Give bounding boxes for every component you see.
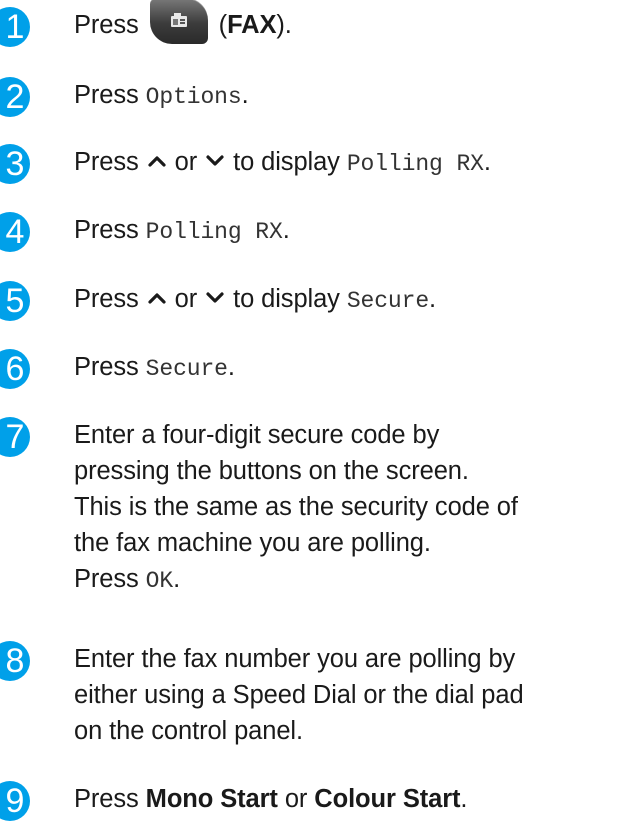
step-text: Press Mono Start or Colour Start.	[74, 785, 468, 813]
step-number: 2	[0, 77, 30, 117]
step-number: 9	[0, 781, 30, 821]
step-number: 5	[0, 281, 30, 321]
lcd-option: Secure	[145, 356, 228, 382]
step-number: 8	[0, 641, 30, 681]
lcd-option: OK	[145, 568, 174, 594]
chevron-up-icon	[148, 293, 166, 304]
lcd-option: Polling RX	[346, 151, 484, 177]
step-text: Enter a four-digit secure code by pressi…	[74, 421, 518, 594]
fax-button-icon[interactable]	[149, 0, 208, 45]
step-text: Press (FAX).	[74, 0, 614, 45]
lcd-option: Options	[145, 84, 242, 110]
step-text: Enter the fax number you are polling by …	[74, 645, 524, 745]
step-text: Press Polling RX.	[74, 216, 290, 245]
chevron-down-icon	[206, 292, 224, 303]
step-number: 1	[0, 7, 30, 47]
step-number: 7	[0, 417, 30, 457]
chevron-down-icon	[206, 155, 224, 166]
lcd-option: Polling RX	[145, 219, 283, 245]
chevron-up-icon	[148, 156, 166, 167]
step-text: Press Options.	[74, 81, 249, 110]
step-number: 4	[0, 212, 30, 252]
step-text: Press or to display Polling RX.	[74, 148, 491, 177]
step-number: 3	[0, 144, 30, 184]
lcd-option: Secure	[346, 288, 430, 314]
step-number: 6	[0, 349, 30, 389]
step-text: Press or to display Secure.	[74, 285, 437, 314]
step-text: Press Secure.	[74, 353, 235, 382]
